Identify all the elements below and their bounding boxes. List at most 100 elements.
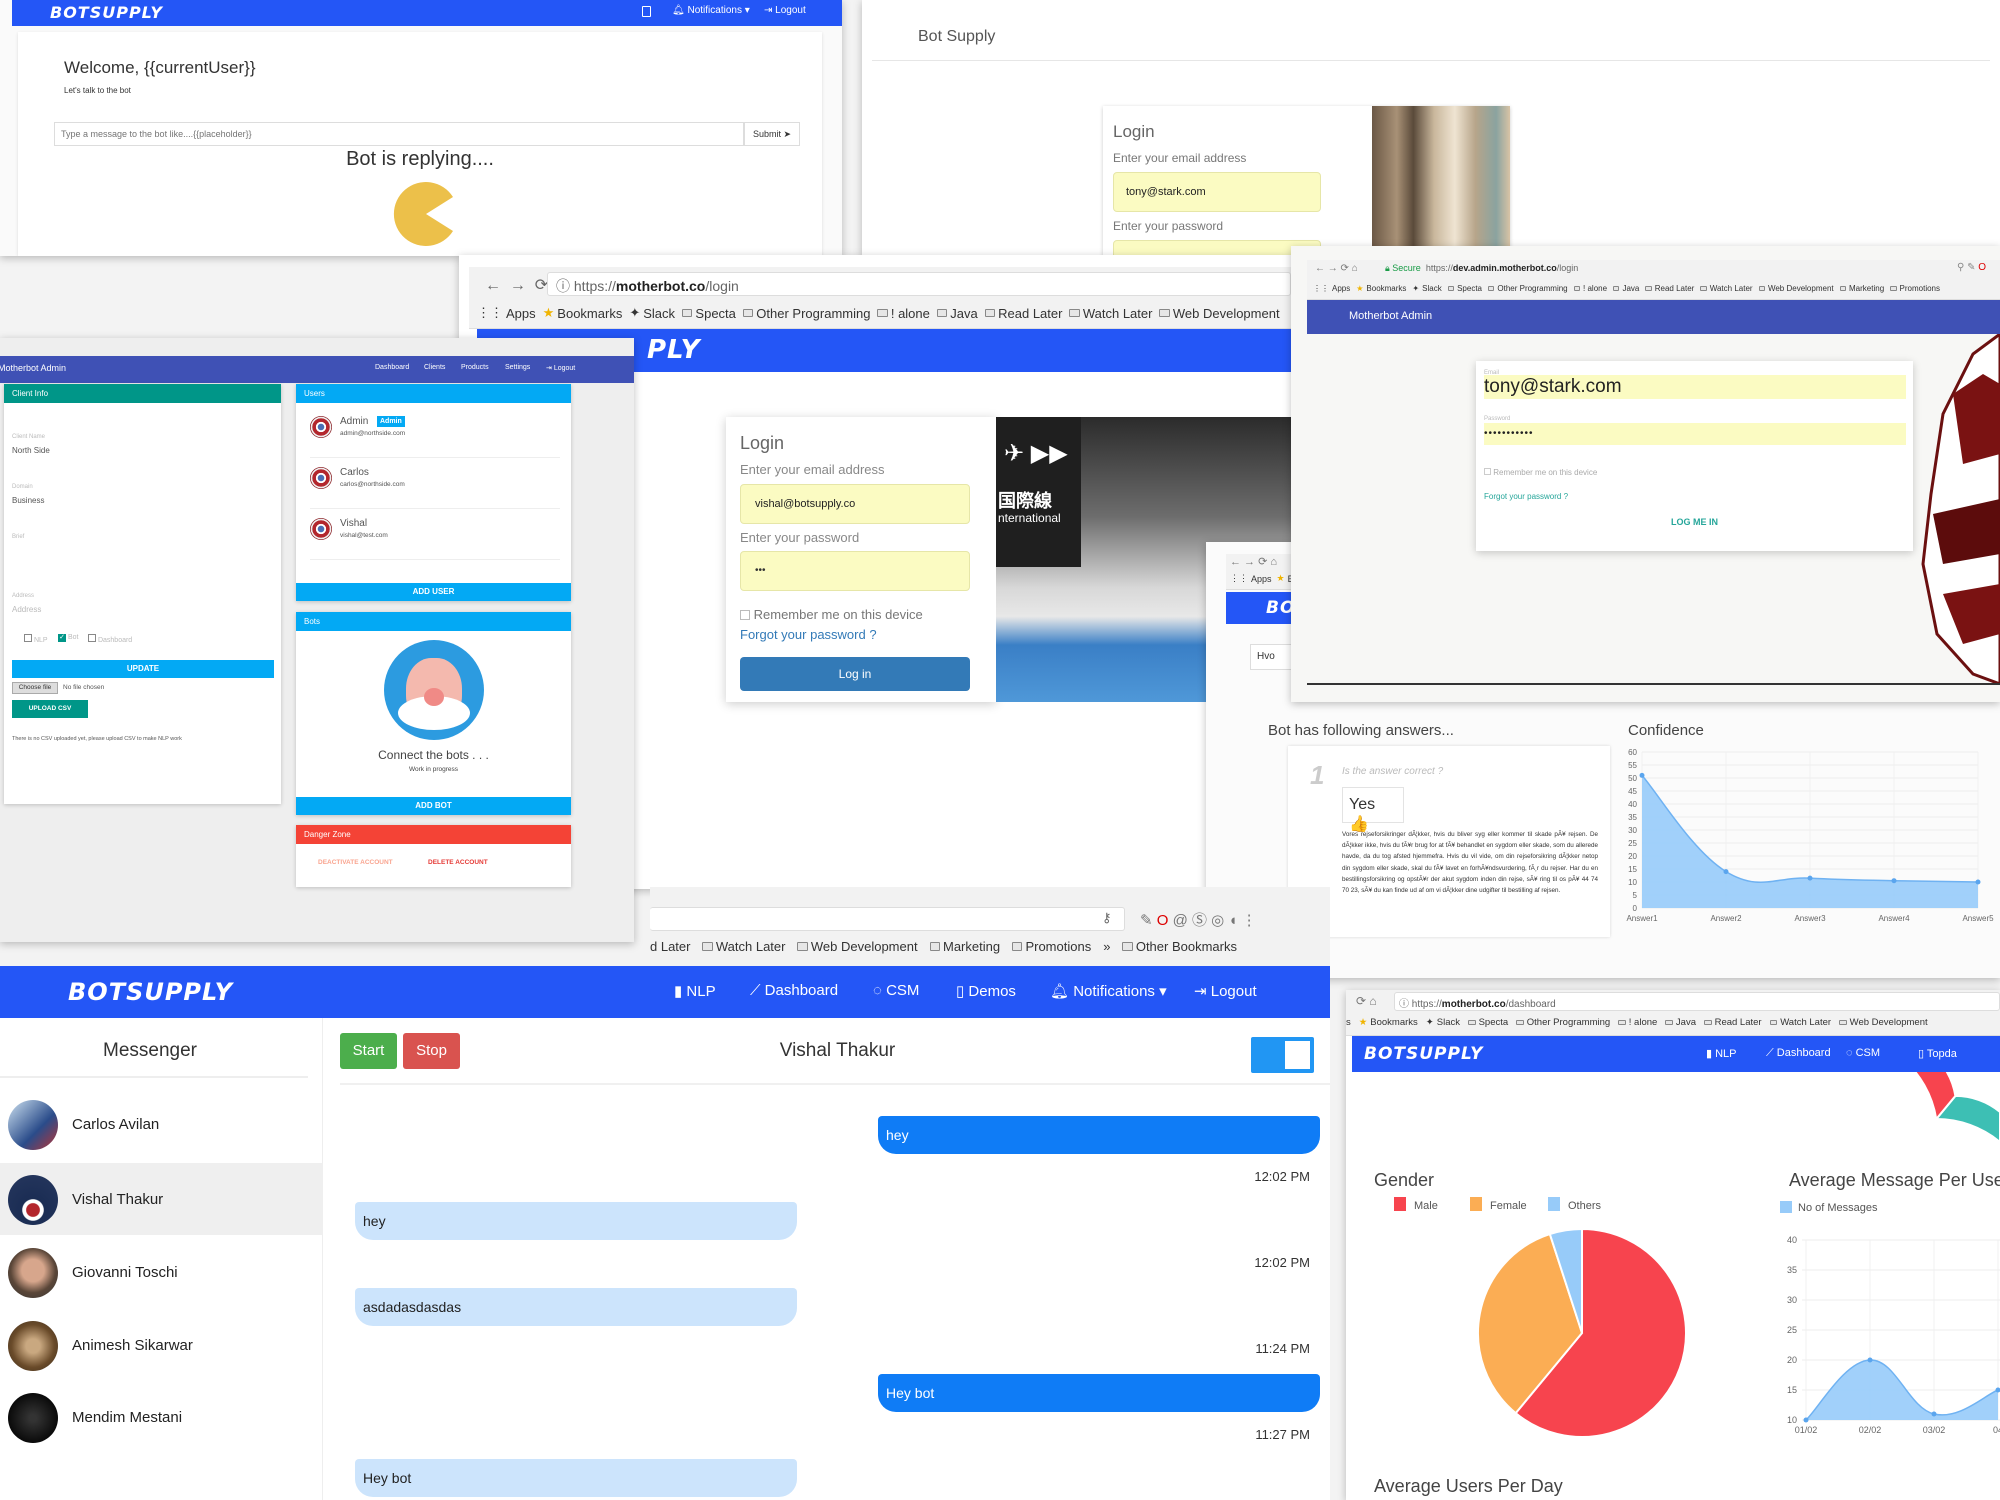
email-field[interactable]: vishal@botsupply.co (740, 484, 970, 524)
bookmark[interactable]: ✦ Slack (1426, 1017, 1460, 1028)
extension-icons[interactable]: ✎ O @ Ⓢ ◎ ◖ ⋮ (1140, 909, 1257, 930)
password-field[interactable]: ••••••••••• (1484, 423, 1906, 445)
bookmark[interactable]: ! alone (1618, 1017, 1657, 1028)
address-bar[interactable]: ⓘ https://motherbot.co/login (547, 272, 1291, 296)
delete-account-button[interactable]: DELETE ACCOUNT (428, 859, 488, 866)
submit-button[interactable]: Submit ➤ (744, 122, 800, 146)
bookmark[interactable]: Other Programming (1516, 1017, 1610, 1028)
bookmark[interactable]: Other Bookmarks (1122, 939, 1237, 954)
message-input[interactable] (54, 122, 744, 146)
add-bot-button[interactable]: ADD BOT (296, 797, 571, 815)
nav-dashboard[interactable]: Dashboard (375, 364, 409, 371)
bookmark[interactable]: Java (936, 306, 978, 321)
nav-settings[interactable]: Settings (505, 364, 530, 371)
nav-notifications[interactable]: 🔔︎ Notifications ▾ (1050, 982, 1167, 1000)
nav-products[interactable]: Products (461, 364, 489, 371)
notifications-menu[interactable]: 🔔︎ Notifications ▾ (672, 5, 750, 16)
bookmark[interactable]: ★ Bookmarks (1359, 1017, 1418, 1028)
nav-demos[interactable]: ▯ Demos (956, 982, 1016, 1000)
user-row[interactable]: Vishal vishal@test.com (310, 516, 560, 560)
bookmark[interactable]: Read Later (1645, 284, 1694, 293)
checkbox-nlp[interactable]: NLP (24, 634, 48, 644)
key-icon[interactable]: ⚷ (1102, 910, 1112, 926)
bookmark[interactable]: Specta (1468, 1017, 1508, 1028)
stop-button[interactable]: Stop (403, 1033, 460, 1069)
remember-checkbox[interactable]: Remember me on this device (740, 607, 923, 622)
bookmark[interactable]: Specta (1447, 284, 1482, 293)
remember-checkbox[interactable]: Remember me on this device (1484, 468, 1597, 477)
choose-file-button[interactable]: Choose file (12, 682, 58, 694)
bookmark[interactable]: ★ Bookmarks (1356, 284, 1406, 293)
client-name-field[interactable]: North Side (12, 446, 50, 455)
nav-dashboard[interactable]: ⟋ Dashboard (750, 982, 838, 999)
bookmark[interactable]: ! alone (877, 306, 930, 321)
bookmark[interactable]: Watch Later (1069, 306, 1152, 321)
bookmark[interactable]: ⋮⋮ Apps (477, 305, 536, 321)
contact-giovanni-toschi[interactable]: Giovanni Toschi (0, 1236, 323, 1308)
bookmark[interactable]: Watch Later (702, 939, 785, 954)
bookmark[interactable]: ! alone (1573, 284, 1607, 293)
bookmark[interactable]: Other Programming (742, 306, 870, 321)
password-field[interactable] (1113, 240, 1321, 256)
log-me-in-button[interactable]: LOG ME IN (1476, 517, 1913, 527)
forgot-password-link[interactable]: Forgot your password ? (1484, 492, 1568, 501)
bookmark[interactable]: Marketing (1839, 284, 1884, 293)
bookmark[interactable]: ★ Bookmarks (543, 305, 623, 321)
bookmark[interactable]: Web Development (797, 939, 918, 954)
nav-topdanmark[interactable]: ▯ Topda (1918, 1047, 1957, 1060)
nav-dashboard[interactable]: ⟋ Dashboard (1766, 1047, 1831, 1060)
logout-link[interactable]: ⇥ Logout (764, 5, 806, 16)
nav-nlp[interactable]: ▮ NLP (674, 982, 716, 1000)
bookmark[interactable]: d Later (650, 939, 690, 954)
checkbox-dashboard[interactable]: Dashboard (88, 634, 132, 644)
bookmark[interactable]: s (1346, 1017, 1351, 1028)
contact-carlos-avilan[interactable]: Carlos Avilan (0, 1088, 323, 1160)
email-field[interactable]: tony@stark.com (1484, 375, 1906, 399)
bookmark[interactable]: ⋮⋮ Apps (1313, 284, 1350, 293)
bookmark[interactable]: ✦ Slack (629, 305, 675, 321)
bookmark[interactable]: Read Later (984, 306, 1062, 321)
bookmark[interactable]: Web Development (1839, 1017, 1928, 1028)
bookmark[interactable]: Watch Later (1700, 284, 1753, 293)
deactivate-account-button[interactable]: DEACTIVATE ACCOUNT (318, 859, 393, 866)
checkbox-bot[interactable]: ✓ Bot (58, 634, 78, 642)
bookmark[interactable]: Java (1613, 284, 1639, 293)
nav-csm[interactable]: ◌ CSM (873, 982, 919, 999)
address-field[interactable]: Address (12, 605, 41, 614)
address-bar[interactable] (650, 907, 1125, 931)
user-row[interactable]: Admin Admin admin@northside.com (310, 414, 560, 458)
forgot-password-link[interactable]: Forgot your password ? (740, 627, 877, 642)
bookmark[interactable]: Marketing (929, 939, 1000, 954)
domain-field[interactable]: Business (12, 496, 44, 505)
bot-toggle[interactable] (1251, 1037, 1314, 1073)
nav-logout[interactable]: ⇥ Logout (1194, 982, 1257, 1000)
bookmark[interactable]: ✦ Slack (1412, 284, 1441, 293)
nav-logout[interactable]: ⇥ Logout (546, 364, 575, 372)
nav-clients[interactable]: Clients (424, 364, 445, 371)
more-bookmarks-button[interactable]: » (1103, 939, 1110, 954)
bookmark[interactable]: Promotions (1012, 939, 1091, 954)
login-button[interactable]: Log in (740, 657, 970, 691)
bookmark[interactable]: Specta (682, 306, 736, 321)
extension-icons[interactable]: ⚲ ✎ O (1957, 262, 1986, 273)
yes-button[interactable]: Yes 👍 (1342, 787, 1404, 833)
nav-nlp[interactable]: ▮ NLP (1706, 1047, 1737, 1060)
nav-csm[interactable]: ◌ CSM (1846, 1047, 1880, 1059)
contact-animesh-sikarwar[interactable]: Animesh Sikarwar (0, 1309, 323, 1381)
bookmark[interactable]: Read Later (1703, 1017, 1762, 1028)
upload-csv-button[interactable]: UPLOAD CSV (12, 700, 88, 718)
contact-mendim-mestani[interactable]: Mendim Mestani (0, 1381, 323, 1453)
back-icon[interactable]: ← → ⟳ ⌂ (1230, 555, 1277, 568)
address-bar[interactable]: ⓘ https://motherbot.co/dashboard (1394, 992, 2000, 1011)
contact-vishal-thakur[interactable]: Vishal Thakur (0, 1163, 323, 1235)
bookmark[interactable]: Watch Later (1769, 1017, 1831, 1028)
bookmark[interactable]: ⋮⋮ Apps (1230, 573, 1272, 584)
update-button[interactable]: UPDATE (12, 660, 274, 678)
bookmark[interactable]: Other Programming (1487, 284, 1568, 293)
bookmark[interactable]: Java (1665, 1017, 1696, 1028)
profile-icon[interactable] (642, 6, 651, 17)
add-user-button[interactable]: ADD USER (296, 583, 571, 601)
reload-icon[interactable]: ⟳ ⌂ (1356, 994, 1377, 1008)
address-bar[interactable]: 🔒︎ Secure https://dev.admin.motherbot.co… (1381, 262, 1941, 278)
start-button[interactable]: Start (340, 1033, 397, 1069)
